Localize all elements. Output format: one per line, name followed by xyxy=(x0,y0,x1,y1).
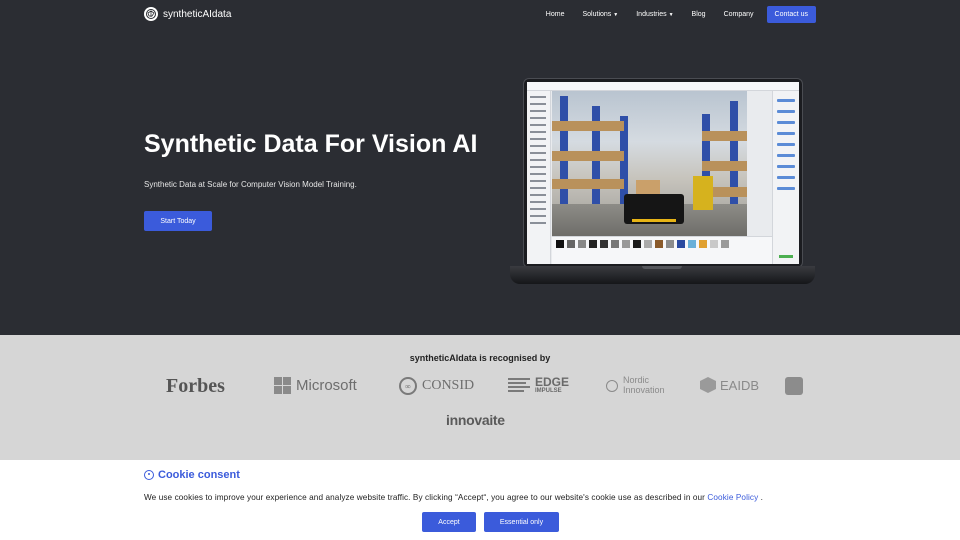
brand-name: syntheticAIdata xyxy=(163,8,232,20)
main-menu: Home Solutions ▼ Industries ▼ Blog Company… xyxy=(537,6,816,23)
app-toolbar xyxy=(527,82,799,91)
nordic-innovation-logo: Nordic Innovation xyxy=(606,375,665,396)
warehouse-render xyxy=(552,91,747,236)
forbes-logo: Forbes xyxy=(166,375,225,398)
app-properties-panel xyxy=(772,91,799,264)
microsoft-logo: Microsoft xyxy=(274,377,357,394)
caret-down-icon: ▼ xyxy=(613,11,619,18)
laptop-screen xyxy=(523,78,803,268)
edge-logo-sub: IMPULSE xyxy=(535,388,562,394)
cookie-text-end: . xyxy=(758,493,764,502)
forbes-logo-text: Forbes xyxy=(166,375,225,397)
forklift-near xyxy=(624,180,684,224)
accept-cookies-button[interactable]: Accept xyxy=(422,512,476,532)
eaidb-logo-text: EAIDB xyxy=(720,377,760,393)
top-navbar: syntheticAIdata Home Solutions ▼ Industri… xyxy=(0,0,960,30)
innovaite-logo: innovaite xyxy=(446,412,505,428)
microsoft-logo-text: Microsoft xyxy=(296,377,357,394)
hero-title: Synthetic Data For Vision AI xyxy=(144,130,478,158)
partner-logo xyxy=(785,377,803,395)
recognised-title: syntheticAIdata is recognised by xyxy=(409,353,551,363)
eaidb-logo: EAIDB xyxy=(700,377,759,393)
innovaite-logo-text: innovaite xyxy=(446,412,505,428)
edge-impulse-logo: EDGE IMPULSE xyxy=(508,376,569,394)
cookie-consent-banner: Cookie consent We use cookies to improve… xyxy=(0,460,960,540)
eaidb-hexagon-icon xyxy=(700,377,716,393)
cookie-icon xyxy=(144,470,154,480)
nav-company-label: Company xyxy=(723,11,754,18)
cookie-consent-title: Cookie consent xyxy=(144,469,240,481)
nav-home-label: Home xyxy=(545,11,565,18)
microsoft-grid-icon xyxy=(274,377,291,394)
forklift-far xyxy=(693,176,713,210)
nordic-icon xyxy=(606,379,618,392)
nav-home[interactable]: Home xyxy=(537,11,574,18)
consid-logo-text: CONSID xyxy=(422,378,475,393)
edge-lines-icon xyxy=(508,378,530,392)
essential-only-button[interactable]: Essential only xyxy=(484,512,559,532)
hero-subtitle: Synthetic Data at Scale for Computer Vis… xyxy=(144,180,357,189)
nordic-line2: Innovation xyxy=(623,384,665,395)
cookie-policy-link[interactable]: Cookie Policy xyxy=(707,493,758,502)
brand-logo[interactable]: syntheticAIdata xyxy=(144,7,231,21)
partner-badge-icon xyxy=(785,377,803,395)
nav-industries-label: Industries xyxy=(636,11,667,18)
cookie-title-text: Cookie consent xyxy=(158,469,240,481)
color-swatches xyxy=(556,240,729,248)
nav-blog[interactable]: Blog xyxy=(683,11,715,18)
contact-us-button[interactable]: Contact us xyxy=(766,6,816,23)
app-screenshot xyxy=(527,82,799,264)
nav-company[interactable]: Company xyxy=(715,11,763,18)
consid-icon: ∞ xyxy=(399,377,417,395)
nav-industries[interactable]: Industries ▼ xyxy=(627,11,682,18)
app-scene-tree xyxy=(527,91,551,264)
caret-down-icon: ▼ xyxy=(668,11,674,18)
brain-network-icon xyxy=(144,7,158,21)
app-material-bar xyxy=(552,236,772,264)
laptop-base xyxy=(510,266,815,284)
cookie-consent-text: We use cookies to improve your experienc… xyxy=(144,493,763,502)
edge-logo-main: EDGE xyxy=(535,375,570,389)
consid-logo: ∞ CONSID xyxy=(399,377,474,395)
nav-solutions-label: Solutions xyxy=(582,11,612,18)
recognised-by-section: syntheticAIdata is recognised by Forbes … xyxy=(0,335,960,460)
nav-blog-label: Blog xyxy=(691,11,706,18)
start-today-button[interactable]: Start Today xyxy=(144,211,212,231)
laptop-product-image xyxy=(510,78,815,286)
nav-solutions[interactable]: Solutions ▼ xyxy=(573,11,627,18)
cookie-text-body: We use cookies to improve your experienc… xyxy=(144,493,708,502)
